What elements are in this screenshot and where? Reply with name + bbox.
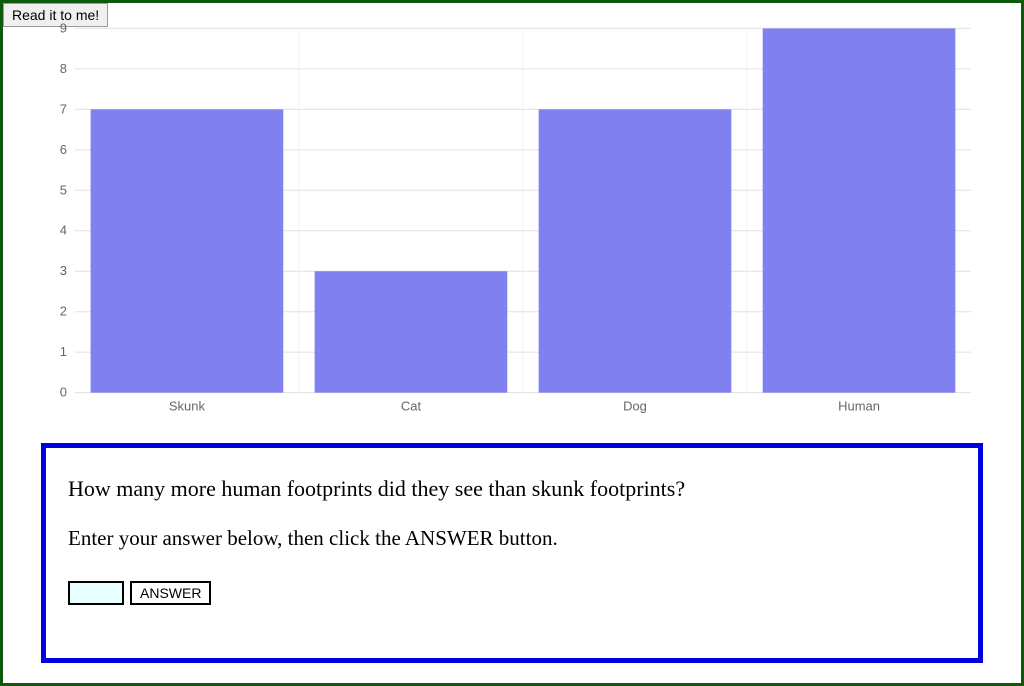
x-tick-label: Dog [623, 399, 647, 414]
bar-skunk [91, 109, 284, 392]
y-tick-label: 2 [60, 304, 67, 319]
y-tick-label: 7 [60, 101, 67, 116]
y-tick-label: 4 [60, 223, 67, 238]
question-prompt: How many more human footprints did they … [68, 476, 956, 502]
question-panel: How many more human footprints did they … [41, 443, 983, 663]
y-tick-label: 9 [60, 23, 67, 35]
y-tick-label: 8 [60, 61, 67, 76]
bar-human [763, 28, 956, 392]
app-frame: Read it to me! 0123456789 SkunkCatDogHum… [0, 0, 1024, 686]
bar-dog [539, 109, 732, 392]
question-instruction: Enter your answer below, then click the … [68, 526, 956, 551]
x-tick-label: Skunk [169, 399, 206, 414]
chart-svg: 0 1 2 3 4 5 6 7 8 9 Skunk Cat Dog Human [33, 23, 991, 423]
answer-input[interactable] [68, 581, 124, 605]
answer-row: ANSWER [68, 581, 956, 605]
x-tick-label: Human [838, 399, 880, 414]
y-tick-label: 6 [60, 142, 67, 157]
y-tick-label: 3 [60, 263, 67, 278]
y-tick-label: 1 [60, 344, 67, 359]
y-tick-label: 5 [60, 182, 67, 197]
y-tick-label: 0 [60, 385, 67, 400]
x-tick-label: Cat [401, 399, 422, 414]
answer-button[interactable]: ANSWER [130, 581, 211, 605]
bar-chart: 0 1 2 3 4 5 6 7 8 9 Skunk Cat Dog Human [33, 23, 991, 423]
bar-cat [315, 271, 508, 392]
